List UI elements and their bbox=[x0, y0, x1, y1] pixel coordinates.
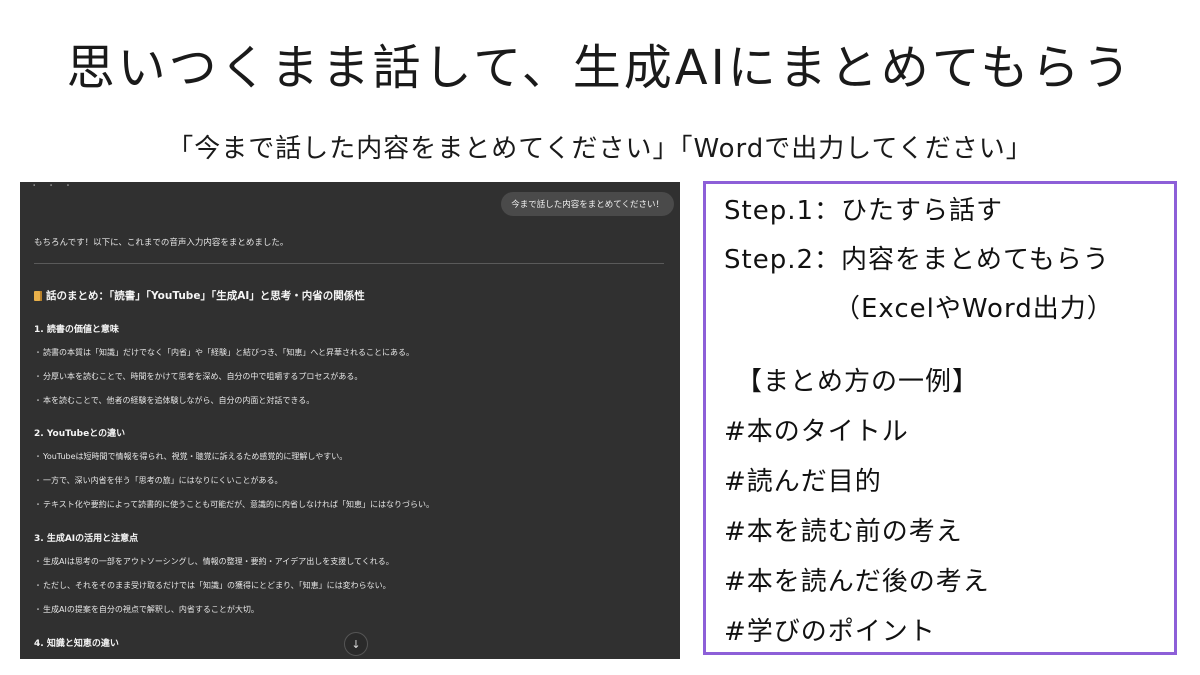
tag-item: #学びのポイント bbox=[724, 617, 936, 647]
section-title: 2. YouTubeとの違い bbox=[34, 429, 126, 439]
section-1: 1. 読書の価値と意味 読書の本質は「知識」だけでなく「内省」や「経験」と結びつ… bbox=[34, 322, 674, 419]
summary-heading: 話のまとめ：「読書」「YouTube」「生成AI」と思考・内省の関係性 bbox=[34, 288, 365, 303]
section-3: 3. 生成AIの活用と注意点 生成AIは思考の一部をアウトソーシングし、情報の整… bbox=[34, 531, 674, 628]
list-item: 一方で、深い内省を伴う「思考の旅」にはなりにくいことがある。 bbox=[34, 475, 674, 486]
book-icon bbox=[34, 290, 42, 301]
step-1: Step.1：ひたすら話す bbox=[724, 196, 1004, 226]
divider bbox=[34, 263, 664, 264]
step-2-note: （ExcelやWord出力） bbox=[834, 294, 1114, 324]
list-item: ただし、それをそのまま受け取るだけでは「知識」の獲得にとどまり、「知恵」には変わ… bbox=[34, 580, 674, 591]
top-ellipsis: · · · bbox=[32, 182, 75, 194]
tag-item: #本のタイトル bbox=[724, 417, 909, 447]
list-item: YouTubeは短時間で情報を得られ、視覚・聴覚に訴えるため感覚的に理解しやすい… bbox=[34, 451, 674, 462]
tag-item: #本を読む前の考え bbox=[724, 517, 963, 547]
list-item: 本を読むことで、他者の経験を追体験しながら、自分の内面と対話できる。 bbox=[34, 395, 674, 406]
example-heading: 【まとめ方の一例】 bbox=[736, 367, 980, 397]
arrow-down-icon[interactable]: ↓ bbox=[344, 632, 368, 656]
list-item: 生成AIの提案を自分の視点で解釈し、内省することが大切。 bbox=[34, 604, 674, 615]
tag-item: #読んだ目的 bbox=[724, 467, 882, 497]
list-item: 分厚い本を読むことで、時間をかけて思考を深め、自分の中で咀嚼するプロセスがある。 bbox=[34, 371, 674, 382]
step-2: Step.2：内容をまとめてもらう bbox=[724, 245, 1110, 275]
steps-panel: Step.1：ひたすら話す Step.2：内容をまとめてもらう （ExcelやW… bbox=[703, 181, 1177, 655]
page-title: 思いつくまま話して、生成AIにまとめてもらう bbox=[66, 40, 1134, 96]
user-message-bubble: 今まで話した内容をまとめてください！ bbox=[501, 192, 674, 216]
summary-heading-text: 話のまとめ：「読書」「YouTube」「生成AI」と思考・内省の関係性 bbox=[46, 290, 365, 302]
list-item: テキスト化や要約によって読書的に使うことも可能だが、意識的に内省しなければ「知恵… bbox=[34, 499, 674, 510]
section-title: 1. 読書の価値と意味 bbox=[34, 325, 119, 335]
list-item: 生成AIは思考の一部をアウトソーシングし、情報の整理・要約・アイデア出しを支援し… bbox=[34, 556, 674, 567]
tag-item: #本を読んだ後の考え bbox=[724, 567, 990, 597]
assistant-intro: もちろんです！以下に、これまでの音声入力内容をまとめました。 bbox=[34, 238, 289, 248]
section-title: 3. 生成AIの活用と注意点 bbox=[34, 534, 139, 544]
page-subtitle: 「今まで話した内容をまとめてください」「Wordで出力してください」 bbox=[167, 134, 1033, 164]
section-2: 2. YouTubeとの違い YouTubeは短時間で情報を得られ、視覚・聴覚に… bbox=[34, 426, 674, 523]
list-item: 読書の本質は「知識」だけでなく「内省」や「経験」と結びつき、「知恵」へと昇華され… bbox=[34, 347, 674, 358]
chat-screenshot: · · · 今まで話した内容をまとめてください！ もちろんです！以下に、これまで… bbox=[20, 182, 680, 659]
